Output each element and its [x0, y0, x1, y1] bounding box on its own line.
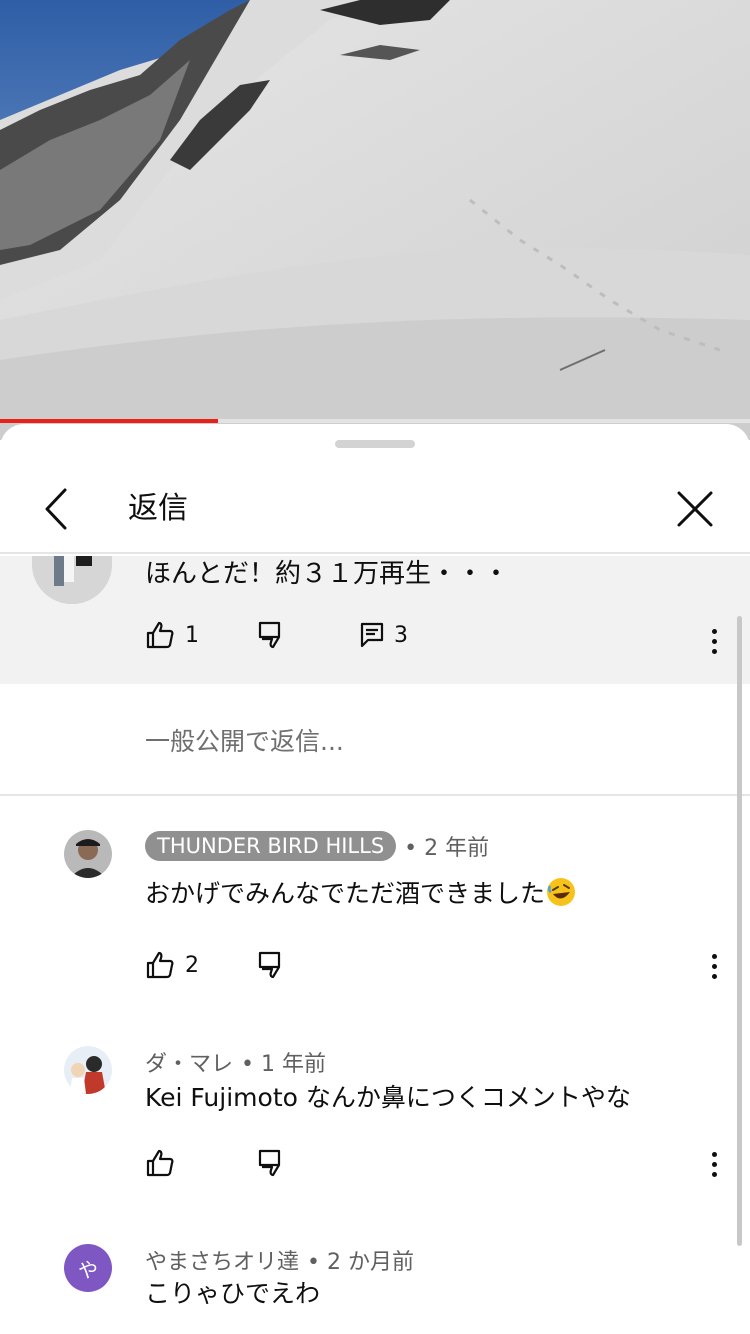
comment-time: • 2 か月前	[307, 1250, 414, 1275]
reply-composer: 一般公開で返信...	[0, 684, 750, 796]
rolling-on-floor-laughing-icon	[547, 878, 576, 906]
avatar[interactable]: や	[64, 1244, 112, 1292]
comment-text: おかげでみんなでただ酒できました	[145, 879, 546, 908]
reply-input[interactable]: 一般公開で返信...	[145, 722, 705, 758]
dislike-button[interactable]	[257, 950, 287, 980]
avatar[interactable]	[64, 1046, 112, 1094]
replies-sheet: 返信 ほんとだ！約３１万再生・・・ 1 3 一般公開で返信... THUNDER…	[0, 424, 750, 1334]
video-frame-mountain-snow	[0, 0, 750, 440]
parent-comment: ほんとだ！約３１万再生・・・ 1 3	[0, 556, 750, 684]
comment-text: ほんとだ！約３１万再生・・・	[145, 559, 510, 589]
close-button[interactable]	[670, 484, 720, 534]
chevron-left-icon	[45, 488, 67, 530]
drag-handle[interactable]	[335, 440, 415, 448]
thumbs-down-icon	[258, 621, 281, 649]
more-options-icon[interactable]	[704, 623, 724, 659]
sheet-header: 返信	[0, 464, 750, 554]
video-progress-bar[interactable]	[0, 419, 750, 423]
more-options-icon[interactable]	[704, 1146, 724, 1182]
avatar[interactable]	[64, 830, 112, 878]
thumbs-up-icon	[146, 951, 174, 979]
reply-count: 3	[394, 622, 408, 648]
more-options-icon[interactable]	[704, 948, 724, 984]
like-count: 1	[185, 622, 199, 648]
author-name[interactable]: ダ・マレ	[145, 1046, 233, 1078]
dislike-button[interactable]	[257, 620, 287, 650]
comment-time: • 1 年前	[241, 1052, 326, 1077]
thumbs-down-icon	[258, 951, 281, 979]
avatar[interactable]	[32, 556, 112, 604]
comment-text: Kei Fujimoto なんか鼻につくコメントやな	[145, 1083, 631, 1112]
close-icon	[677, 491, 713, 527]
comment-time: • 2 年前	[404, 836, 490, 861]
author-name[interactable]: THUNDER BIRD HILLS	[145, 831, 397, 861]
scrollbar[interactable]	[737, 616, 742, 1246]
like-button[interactable]: 1	[145, 620, 199, 650]
thumbs-down-icon	[258, 1149, 281, 1177]
like-count: 2	[185, 952, 199, 978]
sheet-title: 返信	[128, 491, 188, 526]
thumbs-up-icon	[146, 1149, 174, 1177]
video-progress-fill	[0, 419, 218, 423]
author-name[interactable]: やまさちオリ達	[145, 1244, 299, 1276]
comment-icon	[360, 622, 384, 648]
comment-text: こりゃひでえわ	[145, 1279, 321, 1308]
reply-count-button[interactable]: 3	[360, 622, 408, 648]
like-button[interactable]	[145, 1148, 175, 1178]
thumbs-up-icon	[146, 621, 174, 649]
dislike-button[interactable]	[257, 1148, 287, 1178]
video-player[interactable]	[0, 0, 750, 440]
back-button[interactable]	[34, 484, 78, 534]
like-button[interactable]: 2	[145, 950, 199, 980]
